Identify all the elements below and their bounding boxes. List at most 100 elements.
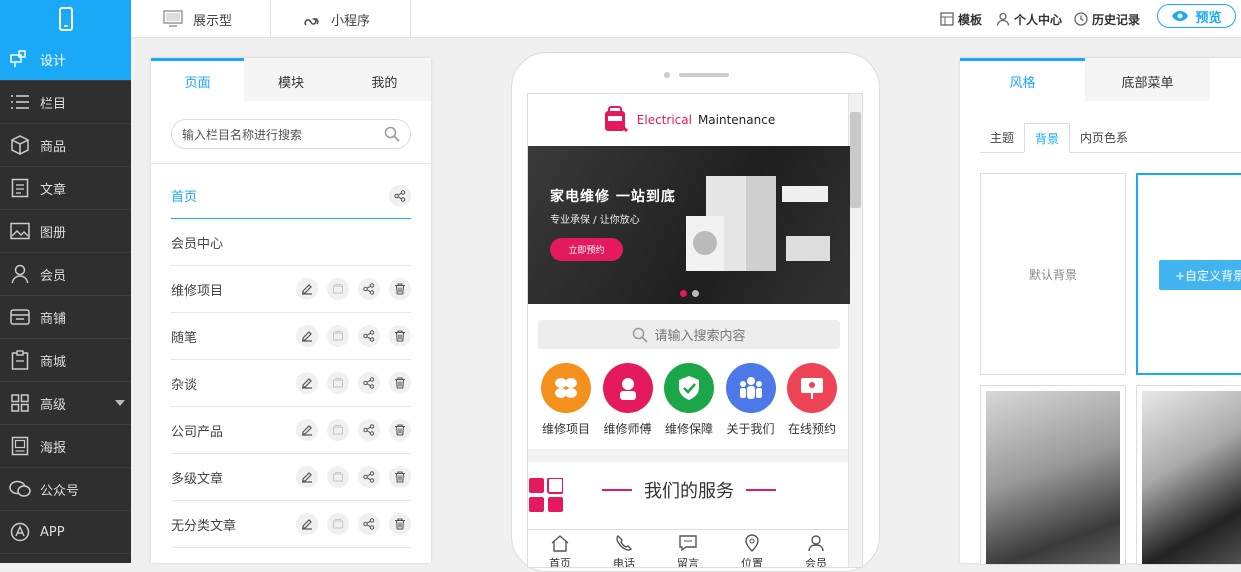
brand-pre: Electrical <box>636 113 692 127</box>
sidebar-item-advanced[interactable]: 高级 <box>0 382 131 425</box>
history-link[interactable]: 历史记录 <box>1074 0 1140 38</box>
trash-icon[interactable] <box>389 466 411 488</box>
trash-icon[interactable] <box>389 372 411 394</box>
category-item[interactable]: 维修项目 <box>536 363 596 437</box>
camera-dot <box>664 72 670 78</box>
phone-screen[interactable]: Electrical Maintenance 家电维修 一站到底 专业承保 / … <box>527 93 863 568</box>
page-row[interactable]: 杂谈 <box>171 360 411 407</box>
sidebar-item-design[interactable]: 设计 <box>0 38 131 81</box>
page-row[interactable]: 首页 <box>171 173 411 219</box>
car-photo-thumbnail <box>1142 391 1241 564</box>
banner-book-button[interactable]: 立即预约 <box>550 238 623 261</box>
bottom-nav-item[interactable]: 首页 <box>549 530 571 567</box>
banner[interactable]: 家电维修 一站到底 专业承保 / 让你放心 立即预约 <box>528 146 850 304</box>
page-list: 首页 会员中心 维修项目随笔杂谈 公司产品 多级文章 无分类文章 <box>151 173 431 548</box>
tab-modules[interactable]: 模块 <box>244 58 338 101</box>
copy-icon[interactable] <box>327 513 349 535</box>
sidebar-item-app[interactable]: APP <box>0 511 131 554</box>
sidebar-item-label: 会员 <box>40 268 67 284</box>
page-row[interactable]: 维修项目 <box>171 266 411 313</box>
category-item[interactable]: 维修保障 <box>659 363 719 437</box>
sidebar-item-poster[interactable]: 海报 <box>0 425 131 468</box>
page-row[interactable]: 随笔 <box>171 313 411 360</box>
banner-title: 家电维修 一站到底 <box>550 189 676 205</box>
bottom-nav-item[interactable]: 会员 <box>805 530 827 567</box>
page-row[interactable]: 会员中心 <box>171 219 411 266</box>
search-icon[interactable] <box>384 126 400 142</box>
page-search-placeholder: 输入栏目名称进行搜索 <box>182 127 303 142</box>
subtab-theme[interactable]: 主题 <box>980 123 1024 152</box>
trash-icon[interactable] <box>389 325 411 347</box>
template-link[interactable]: 模板 <box>940 0 982 38</box>
scrollbar-thumb[interactable] <box>850 112 861 208</box>
edit-icon[interactable] <box>296 513 318 535</box>
page-search[interactable]: 输入栏目名称进行搜索 <box>171 119 411 149</box>
edit-icon[interactable] <box>296 325 318 347</box>
share-icon[interactable] <box>358 466 380 488</box>
share-icon[interactable] <box>358 419 380 441</box>
edit-icon[interactable] <box>296 466 318 488</box>
copy-icon[interactable] <box>327 278 349 300</box>
edit-icon[interactable] <box>296 278 318 300</box>
subtab-inner-color[interactable]: 内页色系 <box>1070 123 1138 152</box>
default-background-option[interactable]: 默认背景 <box>980 173 1126 375</box>
bottom-nav-item[interactable]: 留言 <box>677 530 699 567</box>
carousel-dot-active[interactable] <box>680 290 687 297</box>
page-row-actions <box>296 372 411 394</box>
copy-icon[interactable] <box>327 325 349 347</box>
site-search[interactable]: 请输入搜索内容 <box>538 320 840 349</box>
bottom-nav-label: 位置 <box>741 557 763 568</box>
subtab-background[interactable]: 背景 <box>1024 123 1071 153</box>
top-bar: 展示型 小程序 模板 个人中心 历史记录 预览 <box>0 0 1241 38</box>
home-icon <box>550 534 570 555</box>
user-center-link[interactable]: 个人中心 <box>996 0 1062 38</box>
tab-pages[interactable]: 页面 <box>151 58 245 101</box>
scrollbar[interactable] <box>848 94 862 567</box>
page-row[interactable]: 无分类文章 <box>171 501 411 548</box>
category-item[interactable]: 关于我们 <box>721 363 781 437</box>
car-background-option-2[interactable] <box>1136 385 1241 565</box>
sidebar-item-article[interactable]: 文章 <box>0 167 131 210</box>
bottom-nav-item[interactable]: 位置 <box>741 530 763 567</box>
logo[interactable] <box>0 0 131 38</box>
custom-background-button[interactable]: +自定义背景 <box>1159 260 1241 290</box>
share-icon[interactable] <box>358 372 380 394</box>
trash-icon[interactable] <box>389 278 411 300</box>
eye-icon <box>1172 11 1189 21</box>
tab-bottom-menu[interactable]: 底部菜单 <box>1085 58 1210 101</box>
share-icon[interactable] <box>358 278 380 300</box>
tab-miniprogram[interactable]: 小程序 <box>271 0 411 38</box>
page-row[interactable]: 多级文章 <box>171 454 411 501</box>
sidebar-item-wechat[interactable]: 公众号 <box>0 468 131 511</box>
page-row-label: 随笔 <box>171 330 198 346</box>
sidebar-item-product[interactable]: 商品 <box>0 124 131 167</box>
sidebar: 设计 栏目 商品 文章 图册 会员 商铺 商城 高级 海报 公众号 APP <box>0 38 131 563</box>
share-icon[interactable] <box>389 184 411 207</box>
category-item[interactable]: 在线预约 <box>782 363 842 437</box>
category-item[interactable]: 维修师傅 <box>598 363 658 437</box>
trash-icon[interactable] <box>389 513 411 535</box>
share-icon[interactable] <box>358 325 380 347</box>
tab-mine[interactable]: 我的 <box>337 58 431 101</box>
edit-icon[interactable] <box>296 419 318 441</box>
page-row[interactable]: 公司产品 <box>171 407 411 454</box>
sidebar-item-mall[interactable]: 商城 <box>0 339 131 382</box>
copy-icon[interactable] <box>327 466 349 488</box>
sidebar-item-column[interactable]: 栏目 <box>0 81 131 124</box>
edit-icon[interactable] <box>296 372 318 394</box>
tab-display[interactable]: 展示型 <box>131 0 271 38</box>
caret-down-icon <box>115 400 125 406</box>
copy-icon[interactable] <box>327 419 349 441</box>
preview-button[interactable]: 预览 <box>1157 4 1236 28</box>
trash-icon[interactable] <box>389 419 411 441</box>
car-background-option-1[interactable] <box>980 385 1126 565</box>
copy-icon[interactable] <box>327 372 349 394</box>
sidebar-item-album[interactable]: 图册 <box>0 210 131 253</box>
tab-style[interactable]: 风格 <box>960 58 1085 101</box>
bottom-nav-item[interactable]: 电话 <box>613 530 635 567</box>
share-icon[interactable] <box>358 513 380 535</box>
sidebar-item-member[interactable]: 会员 <box>0 253 131 296</box>
sidebar-item-shop[interactable]: 商铺 <box>0 296 131 339</box>
custom-background-option[interactable]: +自定义背景 <box>1136 173 1241 375</box>
carousel-dot[interactable] <box>692 290 699 297</box>
